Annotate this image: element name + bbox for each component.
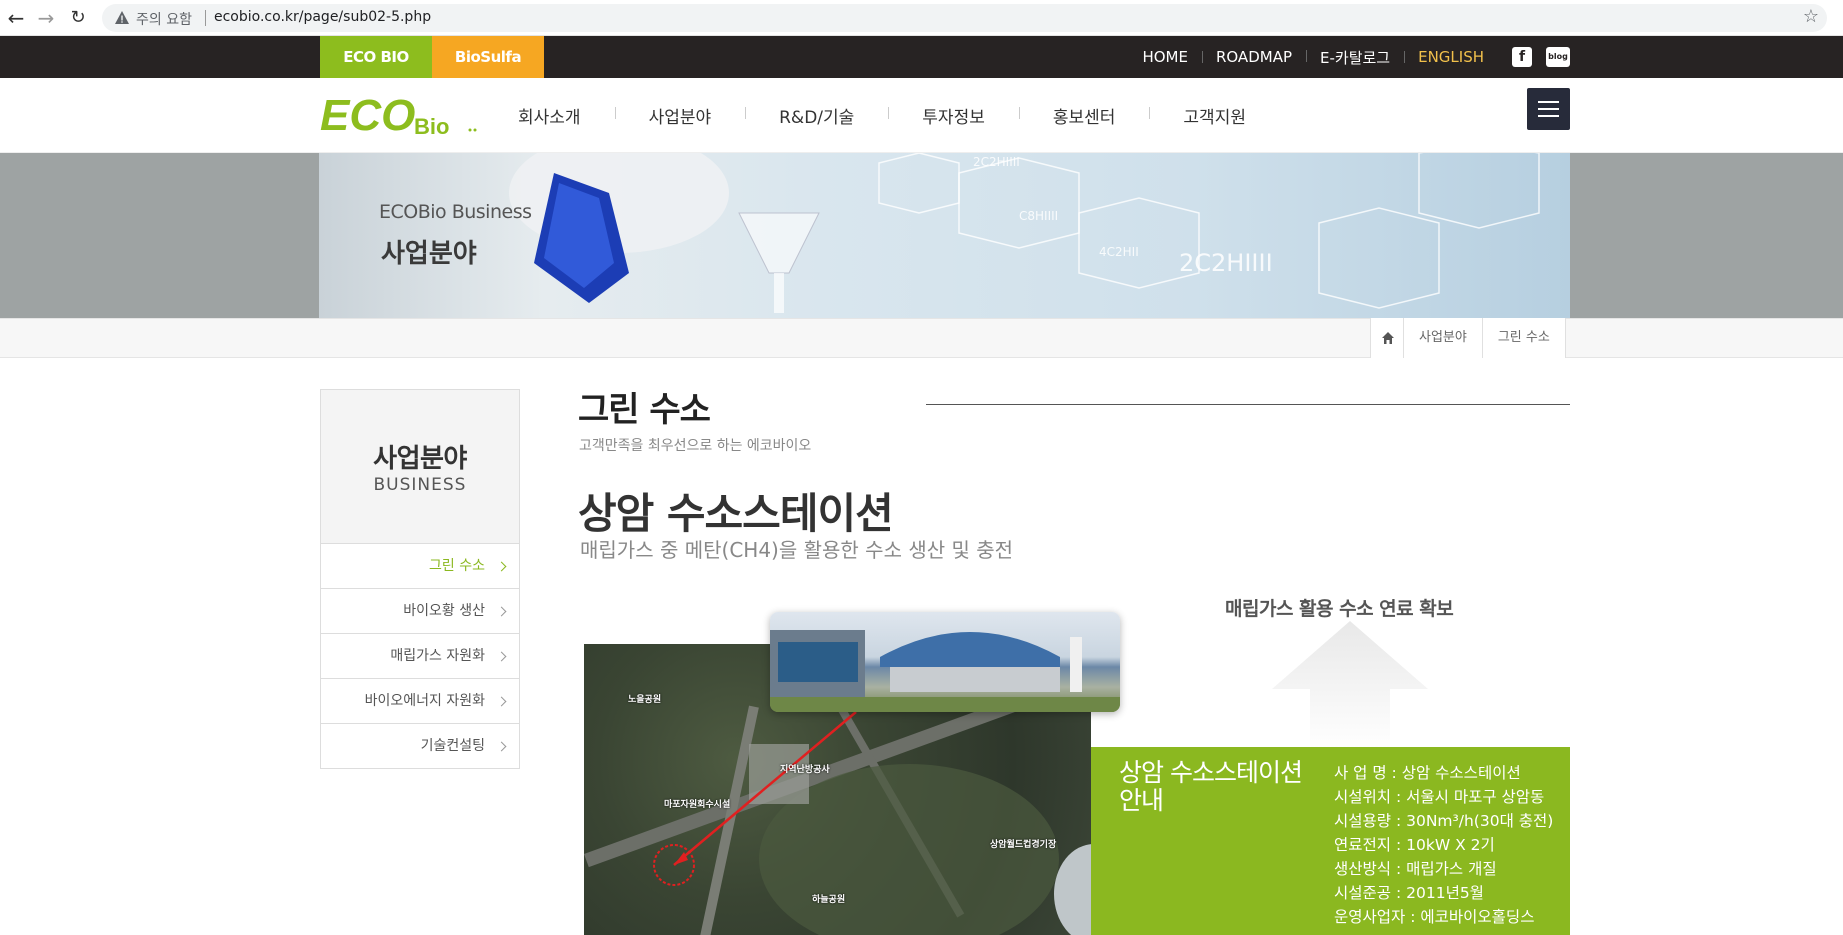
info-row: 운영사업자 : 에코바이오홀딩스 [1334, 908, 1535, 926]
ecobio-logo[interactable]: ECO Bio [320, 90, 480, 140]
info-row: 시설위치 : 서울시 마포구 상암동 [1334, 788, 1545, 806]
breadcrumb-bar: 사업분야 그린 수소 [0, 318, 1843, 358]
facebook-icon[interactable]: f [1512, 47, 1532, 67]
info-row: 시설용량 : 30Nm³/h(30대 충전) [1334, 812, 1554, 830]
page-title: 그린 수소 [578, 390, 711, 430]
map-label: 하늘공원 [812, 895, 846, 905]
browser-toolbar: ← → ↻ 주의 요함 ecobio.co.kr/page/sub02-5.ph… [0, 0, 1843, 36]
station-info-box: 상암 수소스테이션 안내 사 업 명 : 상암 수소스테이션 시설위치 : 서울… [1091, 747, 1570, 935]
info-row: 연료전지 : 10kW X 2기 [1334, 836, 1495, 854]
home-icon [1382, 332, 1394, 344]
sidebar-item-bioenergy[interactable]: 바이오에너지 자원화 [321, 678, 519, 723]
section-title: 상암 수소스테이션 [578, 489, 894, 538]
map-label: 마포자원회수시설 [664, 800, 731, 810]
sidebar-title: 사업분야 [373, 444, 467, 474]
breadcrumb-green-hydrogen[interactable]: 그린 수소 [1481, 318, 1566, 358]
page-subtitle: 고객만족을 최우선으로 하는 에코바이오 [579, 438, 812, 454]
sidebar-menu: 그린 수소 바이오황 생산 매립가스 자원화 바이오에너지 자원화 기술컨설팅 [320, 543, 520, 769]
blog-icon[interactable]: blog [1546, 47, 1570, 67]
sidebar-item-landfill-gas[interactable]: 매립가스 자원화 [321, 633, 519, 678]
warning-icon [115, 11, 129, 24]
hamburger-icon [1538, 101, 1559, 103]
hex-label: C8HIIII [1019, 209, 1059, 223]
info-row: 생산방식 : 매립가스 개질 [1334, 860, 1497, 878]
url-text[interactable]: ecobio.co.kr/page/sub02-5.php [214, 9, 431, 25]
lab-illustration [509, 153, 1540, 313]
map-label: 상암월드컵경기장 [990, 840, 1057, 850]
title-divider [926, 404, 1570, 405]
menu-button[interactable] [1527, 88, 1570, 130]
divider [205, 10, 206, 26]
section-subtitle: 매립가스 중 메탄(CH4)을 활용한 수소 생산 및 충전 [580, 538, 1014, 562]
security-warning-text: 주의 요함 [136, 12, 192, 28]
nav-business[interactable]: 사업분야 [614, 103, 746, 128]
info-title: 상암 수소스테이션 안내 [1119, 758, 1303, 815]
home-link[interactable]: HOME [1128, 48, 1202, 66]
sidebar-header: 사업분야 BUSINESS [320, 389, 520, 544]
hex-label: 4C2HII [1099, 245, 1139, 259]
svg-text:Bio: Bio [414, 114, 449, 139]
top-bar: ECO BIO BioSulfa HOME ROADMAP E-카탈로그 ENG… [0, 36, 1843, 78]
station-illustration [770, 630, 1120, 712]
breadcrumb-business[interactable]: 사업분야 [1403, 318, 1482, 358]
hex-label: 2C2HIIII [973, 155, 1020, 169]
nav-pr-center[interactable]: 홍보센터 [1018, 103, 1150, 128]
info-row: 사 업 명 : 상암 수소스테이션 [1334, 764, 1521, 782]
reload-icon[interactable]: ↻ [66, 6, 90, 30]
svg-text:ECO: ECO [320, 91, 415, 140]
sidebar-item-biosulfur[interactable]: 바이오황 생산 [321, 588, 519, 633]
tab-biosulfa[interactable]: BioSulfa [432, 36, 544, 78]
map-label: 노을공원 [628, 695, 662, 705]
back-icon[interactable]: ← [4, 6, 28, 30]
bookmark-star-icon[interactable]: ☆ [1803, 6, 1819, 27]
sidebar-title-en: BUSINESS [373, 475, 467, 495]
main-header: ECO Bio 회사소개 사업분야 R&D/기술 투자정보 홍보센터 고객지원 [0, 78, 1843, 153]
map-label: 지역난방공사 [780, 765, 830, 775]
breadcrumb: 사업분야 그린 수소 [1370, 318, 1566, 358]
banner-subtitle: ECOBio Business [379, 201, 532, 223]
sidebar-item-consulting[interactable]: 기술컨설팅 [321, 723, 519, 768]
e-catalog-link[interactable]: E-카탈로그 [1306, 47, 1404, 68]
nav-support[interactable]: 고객지원 [1149, 103, 1280, 128]
forward-icon[interactable]: → [34, 6, 58, 30]
roadmap-link[interactable]: ROADMAP [1201, 48, 1306, 66]
sub-banner: ECOBio Business 사업분야 2C2HIIII C8HIIII 4C… [319, 153, 1570, 318]
tab-eco-bio[interactable]: ECO BIO [320, 36, 432, 78]
nav-investor[interactable]: 투자정보 [888, 103, 1019, 128]
station-photo [770, 612, 1120, 712]
address-bar[interactable]: 주의 요함 ecobio.co.kr/page/sub02-5.php ☆ [102, 4, 1827, 32]
top-links: HOME ROADMAP E-카탈로그 ENGLISH f blog [1128, 36, 1570, 78]
info-rows: 사 업 명 : 상암 수소스테이션 시설위치 : 서울시 마포구 상암동 시설용… [1334, 761, 1553, 929]
up-arrow-icon [1272, 621, 1428, 749]
english-link[interactable]: ENGLISH [1404, 48, 1498, 66]
hex-label: 2C2HIIII [1179, 249, 1273, 277]
global-nav: 회사소개 사업분야 R&D/기술 투자정보 홍보센터 고객지원 [500, 78, 1280, 153]
breadcrumb-home[interactable] [1370, 318, 1403, 358]
nav-rnd[interactable]: R&D/기술 [745, 103, 888, 128]
nav-company[interactable]: 회사소개 [500, 103, 615, 128]
arrow-caption: 매립가스 활용 수소 연료 확보 [1225, 598, 1454, 620]
sidebar-item-green-hydrogen[interactable]: 그린 수소 [321, 543, 519, 588]
info-row: 시설준공 : 2011년5월 [1334, 884, 1484, 902]
banner-title: 사업분야 [381, 239, 477, 269]
